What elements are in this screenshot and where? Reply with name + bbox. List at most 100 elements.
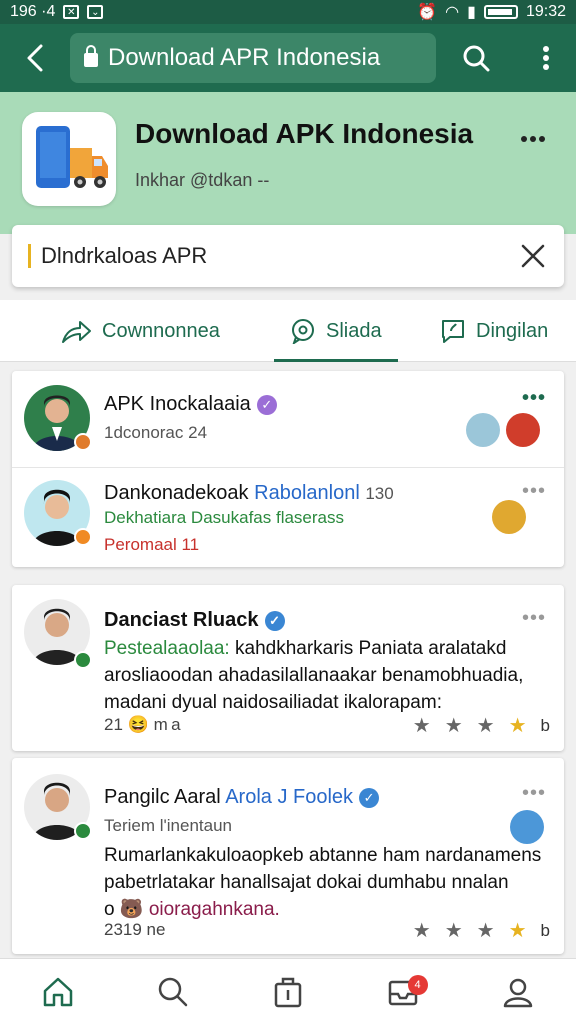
post-line: madani dyual naidosailiadat ikalorapam: bbox=[104, 692, 442, 713]
star-icon: ★ bbox=[476, 920, 495, 942]
post-line: pabetrlatakar hanallsajat dokai dumhabu … bbox=[104, 872, 509, 893]
nav-home[interactable] bbox=[0, 959, 115, 1024]
nav-search[interactable] bbox=[115, 959, 230, 1024]
author-meta: Teriem l'inentaun bbox=[104, 816, 232, 835]
search-input-value: Dlndrkaloas APR bbox=[41, 243, 208, 268]
more-horizontal-icon bbox=[521, 136, 545, 142]
tab-downloads[interactable]: Cownnonnea bbox=[60, 300, 220, 362]
handshake-icon bbox=[510, 810, 544, 844]
tab-label: Dingilan bbox=[476, 319, 549, 342]
post-card[interactable]: Danciast Rluack ✓ ••• Pestealaaolaa: kahd… bbox=[12, 585, 564, 751]
text-cursor bbox=[28, 244, 31, 268]
verified-badge bbox=[74, 651, 92, 669]
tab-slides[interactable]: Sliada bbox=[274, 300, 398, 362]
notification-icon: ⌄ bbox=[87, 5, 104, 19]
more-vertical-icon bbox=[543, 46, 549, 70]
author-name-text: Danciast Rluack bbox=[104, 609, 259, 631]
battery-icon bbox=[483, 5, 518, 19]
app-header: Download APK Indonesia Inkhar @tdkan -- bbox=[0, 92, 576, 234]
nav-apps[interactable] bbox=[230, 959, 345, 1024]
rating-suffix: b bbox=[540, 715, 550, 735]
notification-icon: ✕ bbox=[63, 5, 80, 19]
verified-icon: ✓ bbox=[264, 610, 285, 631]
post-meta: 21 😆 m a bbox=[104, 715, 181, 735]
rating-stars[interactable]: ★ ★ ★ ★ b bbox=[413, 918, 550, 943]
wifi-icon: ◠ bbox=[445, 4, 460, 21]
tab-bar: Cownnonnea Sliada Dingilan bbox=[0, 300, 576, 362]
author-name: Danciast Rluack ✓ bbox=[104, 609, 285, 632]
list-item[interactable]: APK Inockalaaia ✓ 1dconorac 24 ••• bbox=[12, 371, 564, 467]
nav-notifications[interactable]: 4 bbox=[346, 959, 461, 1024]
account-meta: 1dconorac 24 bbox=[104, 423, 208, 442]
post-line-prefix: o bbox=[104, 899, 115, 920]
close-icon bbox=[521, 244, 545, 268]
bear-emoji-icon: 🐻 bbox=[119, 899, 144, 920]
rating-suffix: b bbox=[540, 920, 550, 940]
author-name: Pangilc Aaral Arola J Foolek ✓ bbox=[104, 786, 380, 809]
header-more-button[interactable] bbox=[520, 118, 546, 150]
bottom-navigation: 4 bbox=[0, 958, 576, 1024]
app-logo bbox=[22, 112, 116, 206]
browser-toolbar: Download APR Indonesia bbox=[0, 24, 576, 92]
tab-dingilan[interactable]: Dingilan bbox=[440, 300, 548, 362]
overflow-menu-button[interactable] bbox=[516, 24, 576, 92]
star-icon: ★ bbox=[508, 920, 527, 942]
clear-search-button[interactable] bbox=[514, 237, 552, 275]
author-name-text: Pangilc Aaral bbox=[104, 786, 221, 808]
star-icon: ★ bbox=[444, 715, 463, 737]
post-meta: 2319 ne bbox=[104, 920, 166, 939]
post-time: m a bbox=[153, 715, 181, 734]
verified-icon: ✓ bbox=[359, 787, 380, 808]
account-description: Dekhatiara Dasukafas flaserass bbox=[104, 508, 345, 527]
status-bar: 196 ·4 ✕ ⌄ ⏰ ◠ ▮ 19:32 bbox=[0, 0, 576, 24]
nav-profile[interactable] bbox=[461, 959, 576, 1024]
status-badge bbox=[74, 528, 92, 546]
tab-label: Cownnonnea bbox=[102, 319, 220, 342]
search-input[interactable]: Dlndrkaloas APR bbox=[12, 225, 564, 287]
more-button[interactable]: ••• bbox=[522, 387, 546, 410]
search-icon bbox=[158, 977, 188, 1006]
search-icon bbox=[463, 45, 490, 72]
back-arrow-icon bbox=[27, 44, 43, 72]
status-time: 19:32 bbox=[525, 3, 566, 20]
more-button[interactable]: ••• bbox=[522, 480, 546, 503]
smile-emoji-icon: 😆 bbox=[127, 715, 149, 734]
car-icon bbox=[466, 413, 500, 447]
post-line: arosliaoodan ahadasilallanaakar benamobh… bbox=[104, 665, 524, 686]
more-button[interactable]: ••• bbox=[522, 782, 546, 805]
tab-label: Sliada bbox=[326, 319, 382, 342]
post-line: kahdkharkaris Paniata aralatakd bbox=[235, 638, 507, 659]
search-button[interactable] bbox=[436, 24, 516, 92]
rating-stars[interactable]: ★ ★ ★ ★ b bbox=[413, 713, 550, 738]
account-handle-link[interactable]: Rabolanlonl bbox=[254, 482, 360, 504]
account-meta: Peromaal 11 bbox=[104, 535, 200, 554]
post-line: Rumarlankakuloaopkeb abtanne ham nardana… bbox=[104, 845, 542, 866]
follower-count: 130 bbox=[365, 484, 394, 503]
like-count: 21 bbox=[104, 715, 123, 734]
home-icon bbox=[43, 977, 72, 1006]
verified-icon: ✓ bbox=[256, 394, 277, 415]
page-title: Download APK Indonesia bbox=[135, 118, 474, 149]
list-item[interactable]: Dankonadekoak Rabolanlonl 130 Dekhatiara… bbox=[12, 467, 564, 567]
share-arrow-icon bbox=[62, 321, 91, 343]
url-bar[interactable]: Download APR Indonesia bbox=[70, 33, 436, 83]
account-name: Dankonadekoak Rabolanlonl 130 bbox=[104, 482, 394, 505]
author-handle-link[interactable]: Arola J Foolek bbox=[225, 786, 353, 808]
user-icon bbox=[504, 978, 533, 1007]
star-icon: ★ bbox=[508, 715, 527, 737]
back-button[interactable] bbox=[0, 24, 70, 92]
status-badge bbox=[74, 433, 92, 451]
package-icon bbox=[274, 977, 302, 1007]
post-card[interactable]: Pangilc Aaral Arola J Foolek ✓ Teriem l'i… bbox=[12, 758, 564, 954]
more-button[interactable]: ••• bbox=[522, 607, 546, 630]
signal-icon: ▮ bbox=[467, 4, 476, 21]
url-text: Download APR Indonesia bbox=[108, 44, 381, 71]
star-icon: ★ bbox=[444, 920, 463, 942]
post-line: oioragahnkana. bbox=[148, 899, 280, 920]
verified-badge bbox=[74, 822, 92, 840]
status-left-text: 196 ·4 bbox=[10, 3, 56, 20]
gift-icon bbox=[506, 413, 540, 447]
alarm-icon: ⏰ bbox=[417, 4, 438, 21]
message-square-icon bbox=[442, 320, 464, 343]
post-body: Pestealaaolaa: kahdkharkaris Paniata ara… bbox=[104, 635, 544, 716]
